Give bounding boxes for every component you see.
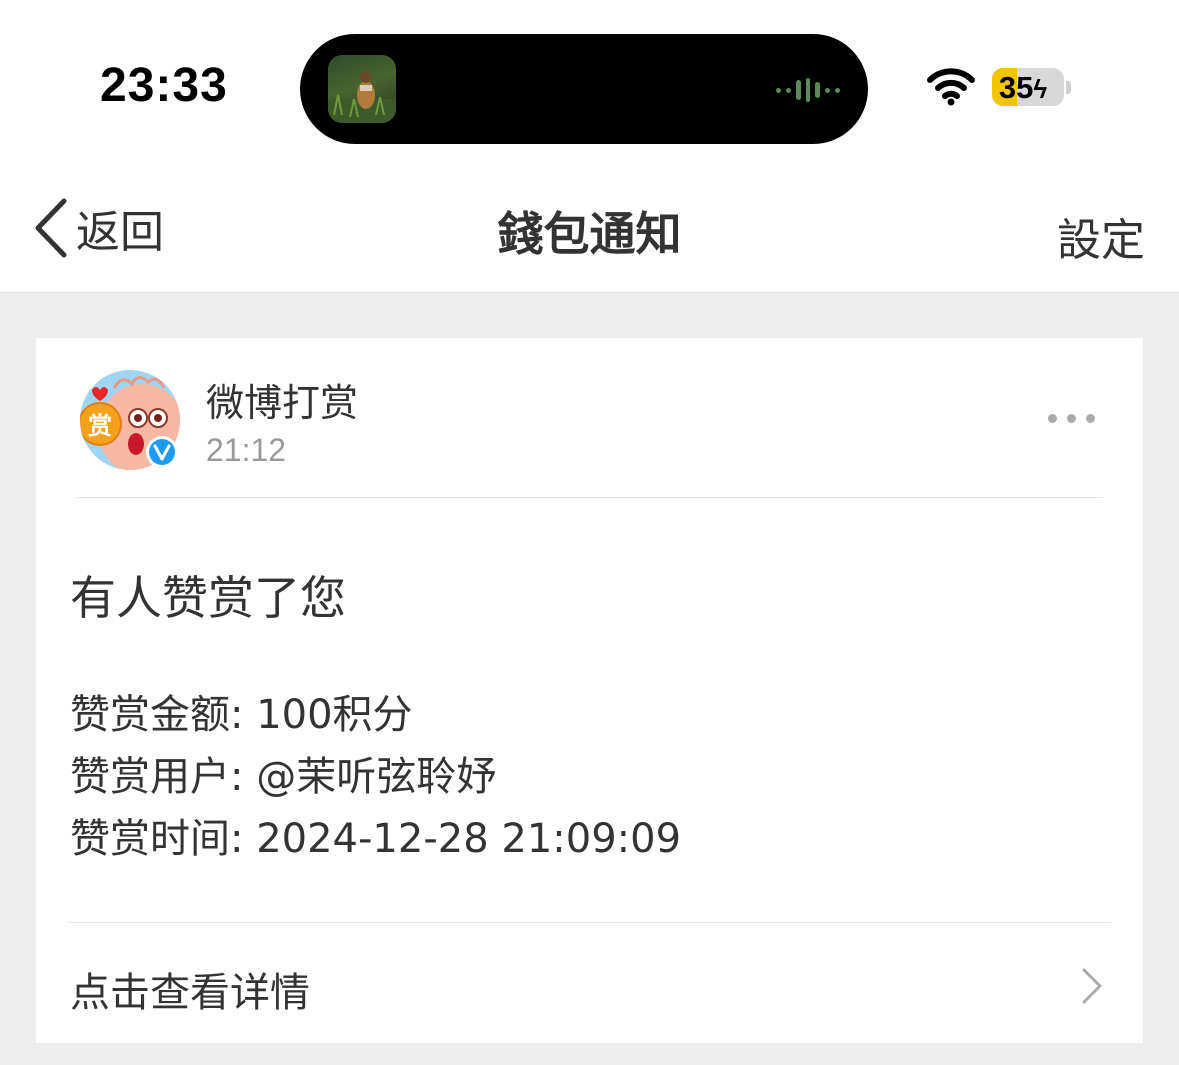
message-headline: 有人赞赏了您 [70, 571, 346, 625]
verified-icon [146, 436, 178, 468]
notification-card[interactable]: 赏 微博打赏 21:12 有人赞赏了您 赞赏金额: 100积分 赞赏用户: @茉… [36, 338, 1143, 1043]
battery-icon: 35ϟ [992, 68, 1064, 106]
reward-amount: 赞赏金额: 100积分 [70, 692, 413, 738]
dynamic-island[interactable] [300, 34, 868, 144]
audio-waveform-icon [776, 78, 841, 102]
chevron-right-icon[interactable] [1080, 966, 1104, 1006]
avatar[interactable]: 赏 [78, 368, 182, 472]
reward-user: 赞赏用户: @茉听弦聆妤 [70, 754, 497, 800]
more-icon[interactable] [1048, 414, 1095, 423]
battery-cap [1066, 81, 1071, 94]
now-playing-thumbnail[interactable] [328, 55, 396, 123]
message-time: 21:12 [206, 432, 287, 468]
wifi-icon [927, 68, 975, 106]
status-bar: 23:33 35ϟ [0, 0, 1179, 160]
settings-button[interactable]: 設定 [1057, 204, 1145, 268]
divider [76, 497, 1103, 498]
reward-time: 赞赏时间: 2024-12-28 21:09:09 [70, 816, 682, 862]
battery-level: 35ϟ [998, 70, 1048, 105]
navigation-bar: 返回 錢包通知 設定 [0, 160, 1179, 293]
divider [68, 922, 1111, 923]
status-time: 23:33 [100, 59, 228, 112]
view-details-link[interactable]: 点击查看详情 [70, 960, 310, 1018]
avatar-badge-text: 赏 [88, 412, 112, 440]
sender-name[interactable]: 微博打赏 [206, 372, 358, 427]
page-title: 錢包通知 [497, 207, 682, 261]
